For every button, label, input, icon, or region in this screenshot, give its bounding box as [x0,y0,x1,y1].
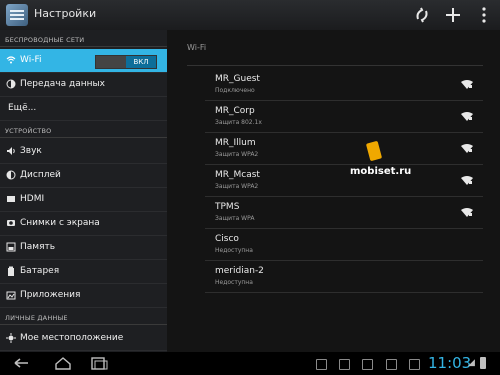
overflow-menu-icon[interactable] [474,5,494,25]
sidebar-item-sound[interactable]: Звук [0,140,167,164]
gallery-notification-icon[interactable] [316,359,327,370]
sidebar-item-label: Батарея [20,266,60,276]
wifi-panel: Wi-Fi MR_Guest Подключено MR_Corp Защита… [167,30,500,352]
sidebar-item-hdmi[interactable]: HDMI [0,188,167,212]
sidebar-item-label: Дисплей [20,170,61,180]
network-status: Защита WPA2 [215,183,259,190]
sidebar-item-label: Мое местоположение [20,333,124,343]
wifi-panel-header: Wi-Fi [187,43,207,52]
screenshot-notification-icon[interactable] [362,359,373,370]
watermark-text: mobiset.ru [350,166,412,177]
sound-icon [6,146,16,156]
system-bar: 11:03 ◢ [0,352,500,375]
network-item[interactable]: meridian-2 Недоступна [205,260,483,293]
screenshot-notification-icon[interactable] [386,359,397,370]
sidebar-item-screenshots[interactable]: Снимки с экрана [0,212,167,236]
network-name: MR_Illum [215,138,256,148]
wifi-signal-icon [461,176,473,185]
network-status: Защита 802.1x [215,119,262,126]
sidebar-item-location[interactable]: Мое местоположение [0,327,167,351]
apps-icon [6,290,16,300]
settings-app-icon[interactable] [6,4,28,26]
sidebar-item-storage[interactable]: Память [0,236,167,260]
sidebar-item-label: Память [20,242,56,252]
sidebar-item-apps[interactable]: Приложения [0,284,167,308]
location-icon [6,333,16,343]
network-name: TPMS [215,202,240,212]
screenshot-notification-icon[interactable] [409,359,420,370]
network-status: Защита WPA [215,215,255,222]
network-item[interactable]: TPMS Защита WPA [205,196,483,229]
sidebar-item-display[interactable]: Дисплей [0,164,167,188]
network-name: MR_Guest [215,74,260,84]
network-item[interactable]: Cisco Недоступна [205,228,483,261]
storage-icon [6,242,16,252]
status-clock[interactable]: 11:03 [428,354,471,372]
hdmi-icon [6,194,16,204]
sidebar-item-battery[interactable]: Батарея [0,260,167,284]
wifi-signal-icon [461,144,473,153]
settings-sidebar: БЕСПРОВОДНЫЕ СЕТИ Wi-Fi ВКЛ Передача дан… [0,30,167,352]
network-name: meridian-2 [215,266,264,276]
sidebar-item-label: Передача данных [20,79,105,89]
display-icon [6,170,16,180]
section-wireless: БЕСПРОВОДНЫЕ СЕТИ [0,30,167,47]
sidebar-item-label: HDMI [20,194,45,204]
sidebar-item-data-usage[interactable]: Передача данных [0,73,167,97]
battery-icon [6,266,16,276]
network-name: MR_Mcast [215,170,260,180]
watermark-phone-icon [365,140,383,162]
wifi-toggle-label: ВКЛ [126,56,156,68]
network-item[interactable]: MR_Mcast Защита WPA2 [205,164,483,197]
sidebar-item-label: Ещё... [8,103,37,113]
home-icon[interactable] [53,356,73,371]
recents-icon[interactable] [88,356,108,371]
section-device: УСТРОЙСТВО [0,121,167,138]
network-status: Недоступна [215,279,253,286]
wifi-toggle[interactable]: ВКЛ [95,55,157,69]
data-usage-icon [6,79,16,89]
sd-notification-icon[interactable] [339,359,350,370]
sidebar-item-wifi[interactable]: Wi-Fi ВКЛ [0,49,167,73]
sidebar-item-label: Звук [20,146,42,156]
sidebar-item-label: Приложения [20,290,81,300]
wifi-signal-icon [461,208,473,217]
add-icon[interactable] [443,5,463,25]
sidebar-item-label: Снимки с экрана [20,218,100,228]
sync-icon[interactable] [412,5,432,25]
section-personal: ЛИЧНЫЕ ДАННЫЕ [0,308,167,325]
network-item[interactable]: MR_Guest Подключено [205,68,483,101]
network-status: Недоступна [215,247,253,254]
status-battery-icon [480,357,486,369]
wifi-icon [6,55,16,65]
watermark: mobiset.ru [350,140,430,182]
back-icon[interactable] [12,356,32,371]
sidebar-item-more[interactable]: Ещё... [0,97,167,121]
network-item[interactable]: MR_Corp Защита 802.1x [205,100,483,133]
screenshot-icon [6,218,16,228]
app-title: Настройки [34,7,97,20]
header-divider [187,65,483,66]
action-bar: Настройки [0,0,500,31]
network-item[interactable]: MR_Illum Защита WPA2 [205,132,483,165]
status-wifi-icon: ◢ [468,358,475,368]
network-status: Защита WPA2 [215,151,259,158]
network-name: Cisco [215,234,239,244]
screen: Настройки БЕСПРОВОДНЫЕ СЕТИ Wi-Fi ВКЛ Пе… [0,0,500,375]
wifi-signal-icon [461,112,473,121]
network-status: Подключено [215,87,255,94]
wifi-signal-icon [461,80,473,89]
network-name: MR_Corp [215,106,255,116]
sidebar-item-label: Wi-Fi [20,55,42,65]
